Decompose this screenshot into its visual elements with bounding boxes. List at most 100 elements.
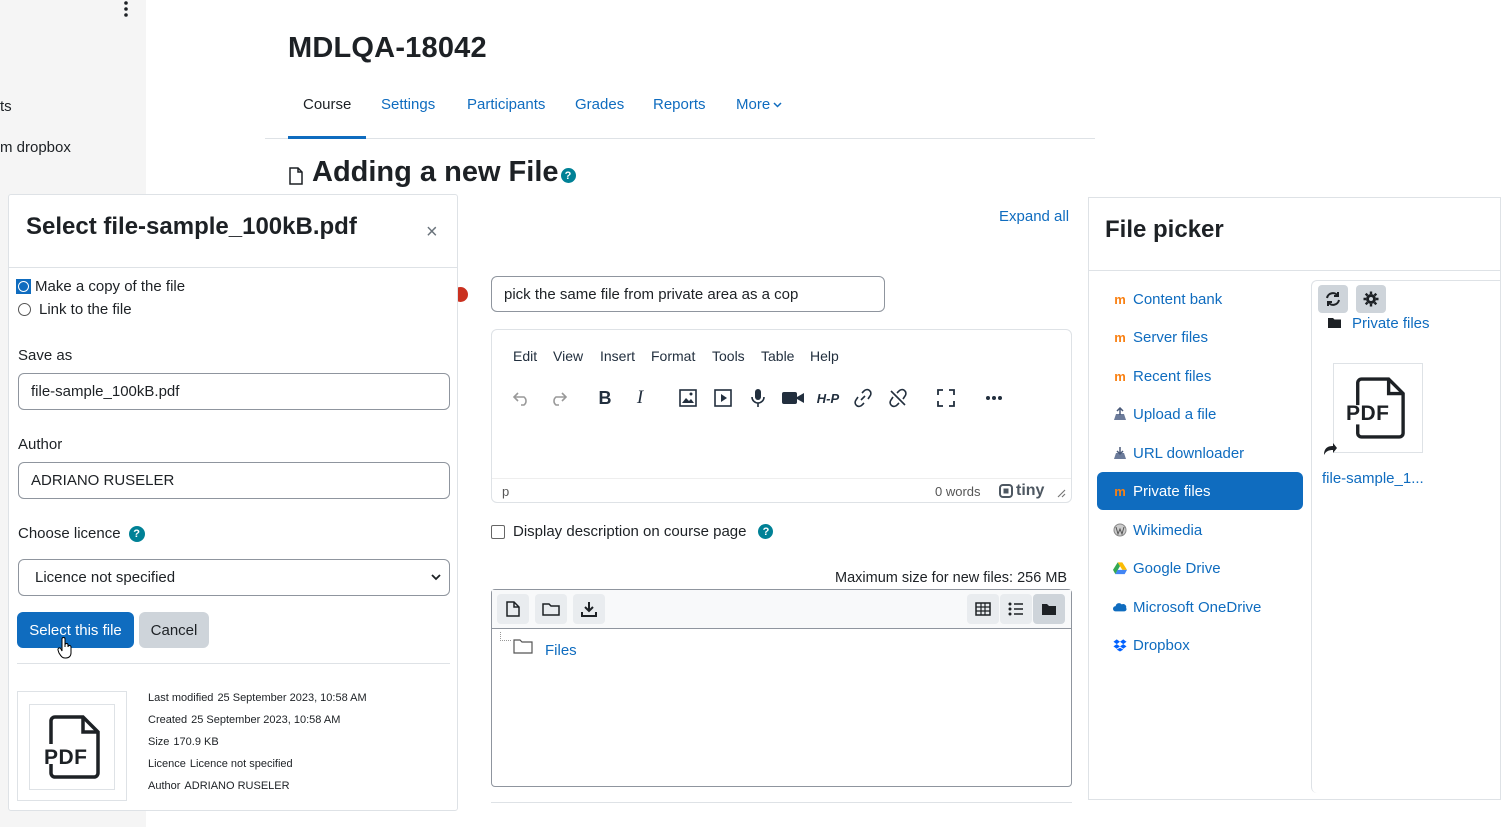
- image-icon[interactable]: [673, 383, 703, 413]
- help-icon[interactable]: ?: [560, 168, 576, 183]
- fullscreen-icon[interactable]: [931, 383, 961, 413]
- dialog-divider: [17, 663, 450, 664]
- nav-divider: [265, 138, 1095, 139]
- save-as-input[interactable]: file-sample_100kB.pdf: [18, 373, 450, 410]
- moodle-icon: m: [1114, 291, 1126, 307]
- drawer-item[interactable]: ts: [0, 98, 12, 115]
- repo-google-drive[interactable]: Google Drive: [1097, 549, 1303, 587]
- section-divider: [491, 802, 1072, 803]
- repo-onedrive[interactable]: Microsoft OneDrive: [1097, 588, 1303, 626]
- select-this-file-button[interactable]: Select this file: [17, 612, 134, 648]
- page-heading: Adding a new File ?: [288, 156, 576, 189]
- tab-grades[interactable]: Grades: [575, 96, 624, 113]
- view-icons-icon[interactable]: [967, 594, 999, 624]
- link-radio[interactable]: [18, 303, 31, 316]
- tiny-logo[interactable]: tiny: [999, 482, 1044, 500]
- add-file-icon[interactable]: [497, 594, 529, 624]
- settings-gear-icon[interactable]: [1356, 285, 1386, 313]
- record-audio-icon[interactable]: [743, 383, 773, 413]
- chevron-down-icon: [773, 101, 782, 108]
- repo-dropbox[interactable]: Dropbox: [1097, 626, 1303, 664]
- redo-icon[interactable]: [543, 383, 573, 413]
- kebab-menu-icon[interactable]: [121, 0, 131, 18]
- word-count: 0 words: [935, 484, 981, 499]
- more-tools-icon[interactable]: [979, 383, 1009, 413]
- repo-recent-files[interactable]: m Recent files: [1097, 357, 1303, 395]
- file-picker-divider: [1089, 270, 1501, 271]
- meta-last-modified: Last modified 25 September 2023, 10:58 AM: [148, 692, 367, 704]
- tab-participants[interactable]: Participants: [467, 96, 545, 113]
- menu-view[interactable]: View: [553, 348, 583, 364]
- breadcrumb-private-files[interactable]: Private files: [1352, 315, 1430, 332]
- repo-private-files[interactable]: m Private files: [1097, 472, 1303, 510]
- file-picker-content: Private files PDF file-sample_1...: [1311, 280, 1501, 793]
- unlink-icon[interactable]: [883, 383, 913, 413]
- pdf-icon: PDF: [29, 704, 115, 790]
- display-description-checkbox[interactable]: [491, 524, 505, 539]
- menu-format[interactable]: Format: [651, 348, 695, 364]
- tiny-brand: tiny: [1016, 482, 1045, 499]
- name-input[interactable]: pick the same file from private area as …: [491, 276, 885, 312]
- repo-url-downloader[interactable]: URL downloader: [1097, 434, 1303, 472]
- repo-label: Wikimedia: [1133, 521, 1203, 539]
- download-icon[interactable]: [573, 594, 605, 624]
- dropbox-icon: [1113, 638, 1127, 652]
- h5p-icon[interactable]: H-P: [813, 383, 843, 413]
- tab-course[interactable]: Course: [303, 96, 351, 113]
- element-path[interactable]: p: [502, 484, 509, 499]
- meta-licence: Licence Licence not specified: [148, 758, 293, 770]
- undo-icon[interactable]: [507, 383, 537, 413]
- wikimedia-icon: [1113, 523, 1127, 537]
- tree-connector: [500, 632, 511, 641]
- chevron-down-icon: [431, 574, 441, 581]
- view-tree-icon[interactable]: [1033, 594, 1065, 624]
- link-icon[interactable]: [848, 383, 878, 413]
- meta-created: Created 25 September 2023, 10:58 AM: [148, 714, 341, 726]
- repo-upload[interactable]: Upload a file: [1097, 395, 1303, 433]
- tab-settings[interactable]: Settings: [381, 96, 435, 113]
- close-icon[interactable]: ×: [426, 221, 438, 244]
- bold-icon[interactable]: B: [590, 383, 620, 413]
- repo-label: Upload a file: [1133, 405, 1217, 423]
- media-icon[interactable]: [708, 383, 738, 413]
- save-as-label: Save as: [18, 347, 73, 364]
- licence-select[interactable]: Licence not specified: [18, 559, 450, 596]
- repo-content-bank[interactable]: m Content bank: [1097, 280, 1303, 318]
- copy-radio[interactable]: [16, 279, 31, 294]
- google-drive-icon: [1113, 561, 1127, 575]
- cancel-button[interactable]: Cancel: [139, 612, 209, 648]
- create-folder-icon[interactable]: [535, 594, 567, 624]
- menu-table[interactable]: Table: [761, 348, 794, 364]
- refresh-icon[interactable]: [1318, 285, 1348, 313]
- file-icon: [289, 166, 303, 185]
- author-input[interactable]: ADRIANO RUSELER: [18, 462, 450, 499]
- menu-edit[interactable]: Edit: [513, 348, 537, 364]
- tab-more[interactable]: More: [736, 96, 782, 113]
- italic-icon[interactable]: I: [625, 383, 655, 413]
- moodle-icon: m: [1114, 329, 1126, 345]
- repo-server-files[interactable]: m Server files: [1097, 318, 1303, 356]
- link-option[interactable]: Link to the file: [18, 301, 132, 318]
- help-icon[interactable]: ?: [128, 525, 145, 542]
- resize-handle-icon[interactable]: [1057, 489, 1066, 498]
- folder-icon: [513, 638, 533, 654]
- copy-option[interactable]: Make a copy of the file: [16, 278, 185, 295]
- menu-tools[interactable]: Tools: [712, 348, 745, 364]
- folder-files-link[interactable]: Files: [545, 642, 577, 659]
- repo-label: Microsoft OneDrive: [1133, 598, 1262, 616]
- help-icon[interactable]: ?: [758, 524, 774, 539]
- repo-wikimedia[interactable]: Wikimedia: [1097, 511, 1303, 549]
- expand-all-link[interactable]: Expand all: [999, 208, 1069, 225]
- link-label: Link to the file: [39, 301, 132, 318]
- file-name-link[interactable]: file-sample_1...: [1322, 470, 1424, 487]
- view-list-icon[interactable]: [1000, 594, 1032, 624]
- menu-help[interactable]: Help: [810, 348, 839, 364]
- record-video-icon[interactable]: [778, 383, 808, 413]
- description-editor: Edit View Insert Format Tools Table Help…: [491, 329, 1072, 503]
- display-description-row: Display description on course page ?: [491, 523, 774, 540]
- menu-insert[interactable]: Insert: [600, 348, 635, 364]
- tab-reports[interactable]: Reports: [653, 96, 706, 113]
- page-heading-text: Adding a new File: [312, 156, 559, 188]
- drawer-item[interactable]: m dropbox: [0, 139, 71, 156]
- file-thumbnail[interactable]: PDF: [1333, 363, 1423, 453]
